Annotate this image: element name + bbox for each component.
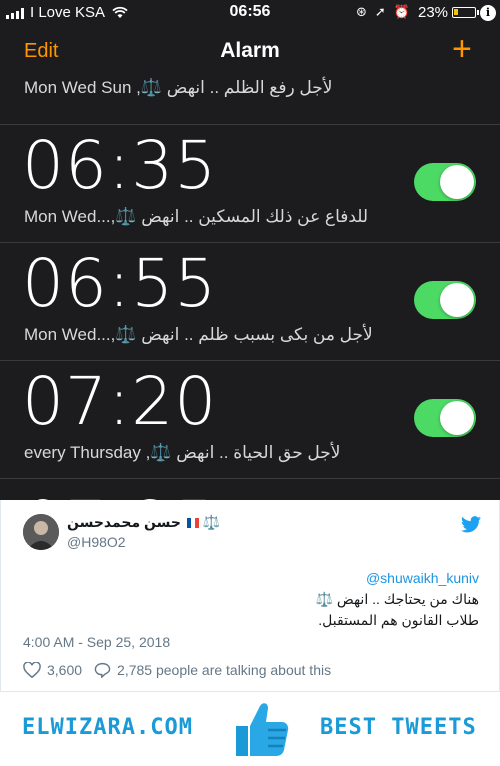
tweet-line: هناك من يحتاجك .. انهض ⚖️: [315, 591, 480, 607]
tagline: BEST TWEETS: [320, 715, 477, 740]
battery-icon: [452, 7, 479, 18]
alarm-time: 06:55: [22, 245, 218, 322]
like-count: 3,600: [47, 662, 83, 678]
alarm-time: 06:35: [22, 127, 218, 204]
tweet-timestamp[interactable]: 4:00 AM - Sep 25, 2018: [23, 634, 170, 650]
navigation-bar: Edit Alarm +: [0, 26, 500, 74]
flag-icon: [186, 518, 199, 529]
alarm-row[interactable]: 06:55 Mon Wed...,⚖️ لأجل من بكى بسبب ظلم…: [0, 242, 500, 360]
site-name[interactable]: ELWIZARA.COM: [22, 715, 193, 740]
tweet-card: حسن محمدحسن ⚖️ @H98O2 @shuwaikh_kuniv هن…: [0, 500, 500, 692]
alarm-label: Mon Wed...,⚖️ لأجل من بكى بسبب ظلم .. ان…: [24, 325, 373, 344]
toggle-knob: [440, 283, 474, 317]
alarm-label: Mon Wed...,⚖️ للدفاع عن ذلك المسكين .. ا…: [24, 207, 369, 226]
reply-button[interactable]: [94, 662, 111, 678]
tweet-actions: 3,600 2,785 people are talking about thi…: [23, 662, 331, 678]
talking-count[interactable]: 2,785 people are talking about this: [117, 662, 331, 678]
thumbs-up-icon: [236, 703, 289, 756]
alarm-time: 07:20: [22, 363, 218, 440]
tweet-line: طلاب القانون هم المستقبل.: [318, 612, 479, 628]
toggle-knob: [440, 165, 474, 199]
user-name[interactable]: حسن محمدحسن: [67, 514, 181, 530]
avatar-photo-icon: [23, 514, 59, 550]
location-arrow-icon: ➚: [374, 4, 386, 19]
mention-link[interactable]: @shuwaikh_kuniv: [59, 568, 479, 589]
alarm-label: every Thursday ,⚖️ لأجل حق الحياة .. انه…: [24, 443, 341, 462]
alarm-toggle[interactable]: [414, 399, 476, 437]
speech-bubble-icon: [94, 662, 111, 678]
alarm-row[interactable]: 06:35 Mon Wed...,⚖️ للدفاع عن ذلك المسكي…: [0, 124, 500, 242]
heart-icon: [23, 662, 41, 678]
rotation-lock-icon: ⊛: [356, 4, 367, 19]
status-bar: I Love KSA 06:56 ⊛ ➚ ⏰ 23% i: [0, 0, 500, 26]
alarm-toggle[interactable]: [414, 281, 476, 319]
toggle-knob: [440, 401, 474, 435]
alarm-screenshot: I Love KSA 06:56 ⊛ ➚ ⏰ 23% i Edit Alarm …: [0, 0, 500, 500]
footer-banner: ELWIZARA.COM BEST TWEETS: [0, 692, 500, 766]
info-icon[interactable]: i: [480, 5, 496, 21]
battery-level-fill: [454, 9, 458, 15]
like-button[interactable]: [23, 662, 41, 678]
add-alarm-button[interactable]: +: [452, 32, 472, 66]
user-handle[interactable]: @H98O2: [67, 534, 126, 550]
alarm-row[interactable]: 07:25: [0, 478, 500, 500]
alarm-clock-icon: ⏰: [393, 4, 410, 19]
page-title: Alarm: [220, 39, 280, 62]
alarm-time: 07:25: [22, 487, 217, 500]
alarm-label: Mon Wed Sun ,⚖️ لأجل رفع الظلم .. انهض: [24, 78, 333, 97]
alarm-row[interactable]: 07:20 every Thursday ,⚖️ لأجل حق الحياة …: [0, 360, 500, 478]
alarm-toggle[interactable]: [414, 163, 476, 201]
avatar[interactable]: [23, 514, 59, 550]
battery-percent: 23%: [418, 4, 449, 21]
scales-icon: ⚖️: [202, 514, 221, 530]
twitter-bird-icon[interactable]: [461, 516, 481, 533]
tweet-text: @shuwaikh_kuniv هناك من يحتاجك .. انهض ⚖…: [59, 568, 480, 631]
